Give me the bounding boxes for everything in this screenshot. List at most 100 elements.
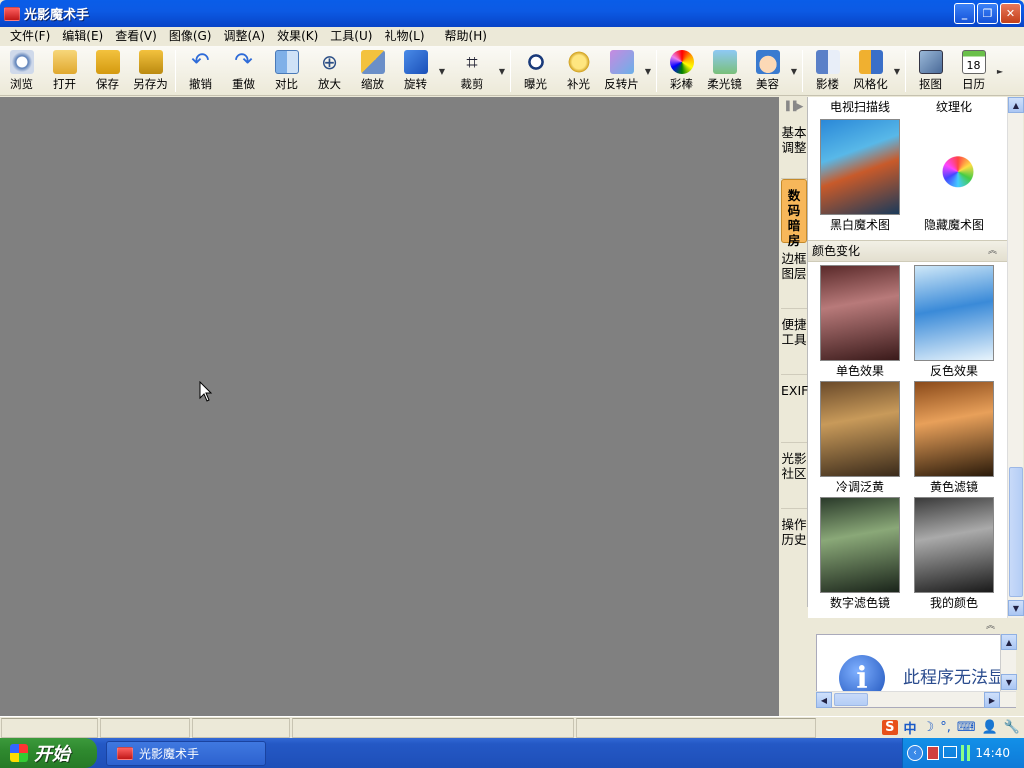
status-cell <box>100 718 190 738</box>
browse-button[interactable]: 浏览 <box>0 46 43 96</box>
exposure-button[interactable]: 曝光 <box>514 46 557 96</box>
start-button[interactable]: 开始 <box>0 738 97 768</box>
taskbar-app-button[interactable]: 光影魔术手 <box>106 741 266 766</box>
undo-button[interactable]: ↶ 撤销 <box>179 46 222 96</box>
redo-button[interactable]: ↷ 重做 <box>222 46 265 96</box>
taskbar: 开始 光影魔术手 ‹ 14:40 <box>0 738 1024 768</box>
menu-help[interactable]: 帮助(H) <box>439 27 493 46</box>
effect-cool-yellow[interactable]: 冷调泛黄 <box>820 381 900 495</box>
ime-toolbar: S 中 ☽ °, ⌨ 👤 🔧 <box>882 718 1020 737</box>
save-button[interactable]: 保存 <box>86 46 129 96</box>
color-effects-grid: 单色效果 反色效果 冷调泛黄 黄色滤镜 数字滤色镜 我的颜色 <box>808 262 1007 618</box>
scroll-right-arrow-icon[interactable]: ▶ <box>984 692 1000 708</box>
restore-button[interactable]: ❐ <box>977 3 998 24</box>
panel-scrollbar[interactable]: ▲ ▼ <box>1007 97 1024 618</box>
effect-texturize[interactable]: 纹理化 <box>914 97 994 115</box>
effect-invert[interactable]: 反色效果 <box>914 265 994 379</box>
menu-tools[interactable]: 工具(U) <box>324 27 378 46</box>
collapse-chevron-icon[interactable]: ︽ <box>986 618 995 631</box>
signal-icon[interactable] <box>961 745 973 761</box>
effect-my-color[interactable]: 我的颜色 <box>914 497 994 611</box>
studio-button[interactable]: 影楼 <box>806 46 849 96</box>
status-cell <box>292 718 574 738</box>
film-dropdown[interactable]: ▼ <box>643 46 653 96</box>
toolbar: 浏览 打开 保存 另存为 ↶ 撤销 ↷ 重做 对比 ⊕ 放大 缩放 旋转 ▼ ⌗ 裁剪 … <box>0 46 1024 96</box>
menu-view[interactable]: 查看(V) <box>109 27 163 46</box>
tray-expand-icon[interactable]: ‹ <box>907 745 923 761</box>
save-as-button[interactable]: 另存为 <box>129 46 172 96</box>
fill-light-button[interactable]: 补光 <box>557 46 600 96</box>
sogou-ime-icon[interactable]: S <box>882 719 898 735</box>
scroll-down-arrow-icon[interactable]: ▼ <box>1001 674 1017 690</box>
ime-user-icon[interactable]: 👤 <box>982 720 998 735</box>
ime-keyboard-icon[interactable]: ⌨ <box>957 720 976 735</box>
stylize-button[interactable]: 风格化 <box>849 46 892 96</box>
compare-icon <box>274 50 299 74</box>
tab-border-layers[interactable]: 边框图层 <box>781 243 807 309</box>
system-tray: ‹ 14:40 <box>902 738 1024 768</box>
effect-monochrome[interactable]: 单色效果 <box>820 265 900 379</box>
menu-file[interactable]: 文件(F) <box>4 27 56 46</box>
collapse-chevron-icon[interactable]: ︽ <box>988 241 997 261</box>
toolbar-separator <box>802 50 803 92</box>
crop-button[interactable]: ⌗ 裁剪 <box>447 46 497 96</box>
tab-quick-tools[interactable]: 便捷工具 <box>781 309 807 375</box>
tab-basic-adjust[interactable]: 基本调整 <box>781 117 807 179</box>
info-vertical-scrollbar[interactable]: ▲ ▼ <box>1000 634 1017 691</box>
cutout-icon <box>918 50 943 74</box>
image-canvas[interactable] <box>0 97 779 716</box>
reversal-film-button[interactable]: 反转片 <box>600 46 643 96</box>
color-change-section-header[interactable]: 颜色变化 ︽ <box>808 240 1007 262</box>
ime-halfwidth-icon[interactable]: ☽ <box>923 720 935 735</box>
tab-history[interactable]: 操作历史 <box>781 509 807 573</box>
tab-digital-darkroom[interactable]: 数码暗房 <box>781 179 807 248</box>
scroll-up-arrow-icon[interactable]: ▲ <box>1008 97 1024 113</box>
compare-button[interactable]: 对比 <box>265 46 308 96</box>
tab-community[interactable]: 光影社区 <box>781 443 807 509</box>
info-horizontal-scrollbar[interactable]: ◀ ▶ <box>816 691 1016 708</box>
menu-adjust[interactable]: 调整(A) <box>217 27 271 46</box>
title-bar: 光影魔术手 _ ❐ ✕ <box>0 0 1024 27</box>
tab-exif[interactable]: EXIF <box>781 375 808 443</box>
menu-gifts[interactable]: 礼物(L) <box>378 27 430 46</box>
stylize-dropdown[interactable]: ▼ <box>892 46 902 96</box>
scroll-left-arrow-icon[interactable]: ◀ <box>816 692 832 708</box>
rotate-dropdown[interactable]: ▼ <box>437 46 447 96</box>
effect-yellow-filter[interactable]: 黄色滤镜 <box>914 381 994 495</box>
scroll-up-arrow-icon[interactable]: ▲ <box>1001 634 1017 650</box>
cutout-button[interactable]: 抠图 <box>909 46 952 96</box>
menu-edit[interactable]: 编辑(E) <box>56 27 109 46</box>
clock[interactable]: 14:40 <box>975 746 1010 760</box>
beauty-button[interactable]: 美容 <box>746 46 789 96</box>
effect-thumbnail <box>820 265 900 361</box>
h-scroll-thumb[interactable] <box>834 693 868 706</box>
network-icon[interactable] <box>943 746 957 758</box>
open-button[interactable]: 打开 <box>43 46 86 96</box>
effect-tv-scanline[interactable]: 电视扫描线 <box>820 97 900 115</box>
effect-hidden-magic[interactable]: 隐藏魔术图 <box>914 119 994 233</box>
scroll-thumb[interactable] <box>1009 467 1023 597</box>
effect-digital-filter[interactable]: 数字滤色镜 <box>820 497 900 611</box>
beauty-dropdown[interactable]: ▼ <box>789 46 799 96</box>
effect-bw-magic[interactable]: 黑白魔术图 <box>820 119 900 233</box>
rotate-button[interactable]: 旋转 <box>394 46 437 96</box>
calendar-button[interactable]: 18 日历 <box>952 46 995 96</box>
minimize-button[interactable]: _ <box>954 3 975 24</box>
menu-image[interactable]: 图像(G) <box>163 27 218 46</box>
toolbar-overflow-arrow[interactable]: ► <box>995 46 1005 96</box>
ime-punctuation-icon[interactable]: °, <box>940 720 951 735</box>
soft-focus-button[interactable]: 柔光镜 <box>703 46 746 96</box>
color-stick-button[interactable]: 彩棒 <box>660 46 703 96</box>
close-button[interactable]: ✕ <box>1000 3 1021 24</box>
menu-effects[interactable]: 效果(K) <box>271 27 324 46</box>
crop-dropdown[interactable]: ▼ <box>497 46 507 96</box>
zoom-in-button[interactable]: ⊕ 放大 <box>308 46 351 96</box>
studio-icon <box>815 50 840 74</box>
ime-mode[interactable]: 中 <box>904 718 917 737</box>
resize-button[interactable]: 缩放 <box>351 46 394 96</box>
stylize-icon <box>858 50 883 74</box>
undo-icon: ↶ <box>191 49 210 74</box>
tray-app-icon[interactable] <box>927 746 939 760</box>
ime-settings-icon[interactable]: 🔧 <box>1004 720 1020 735</box>
scroll-down-arrow-icon[interactable]: ▼ <box>1008 600 1024 616</box>
